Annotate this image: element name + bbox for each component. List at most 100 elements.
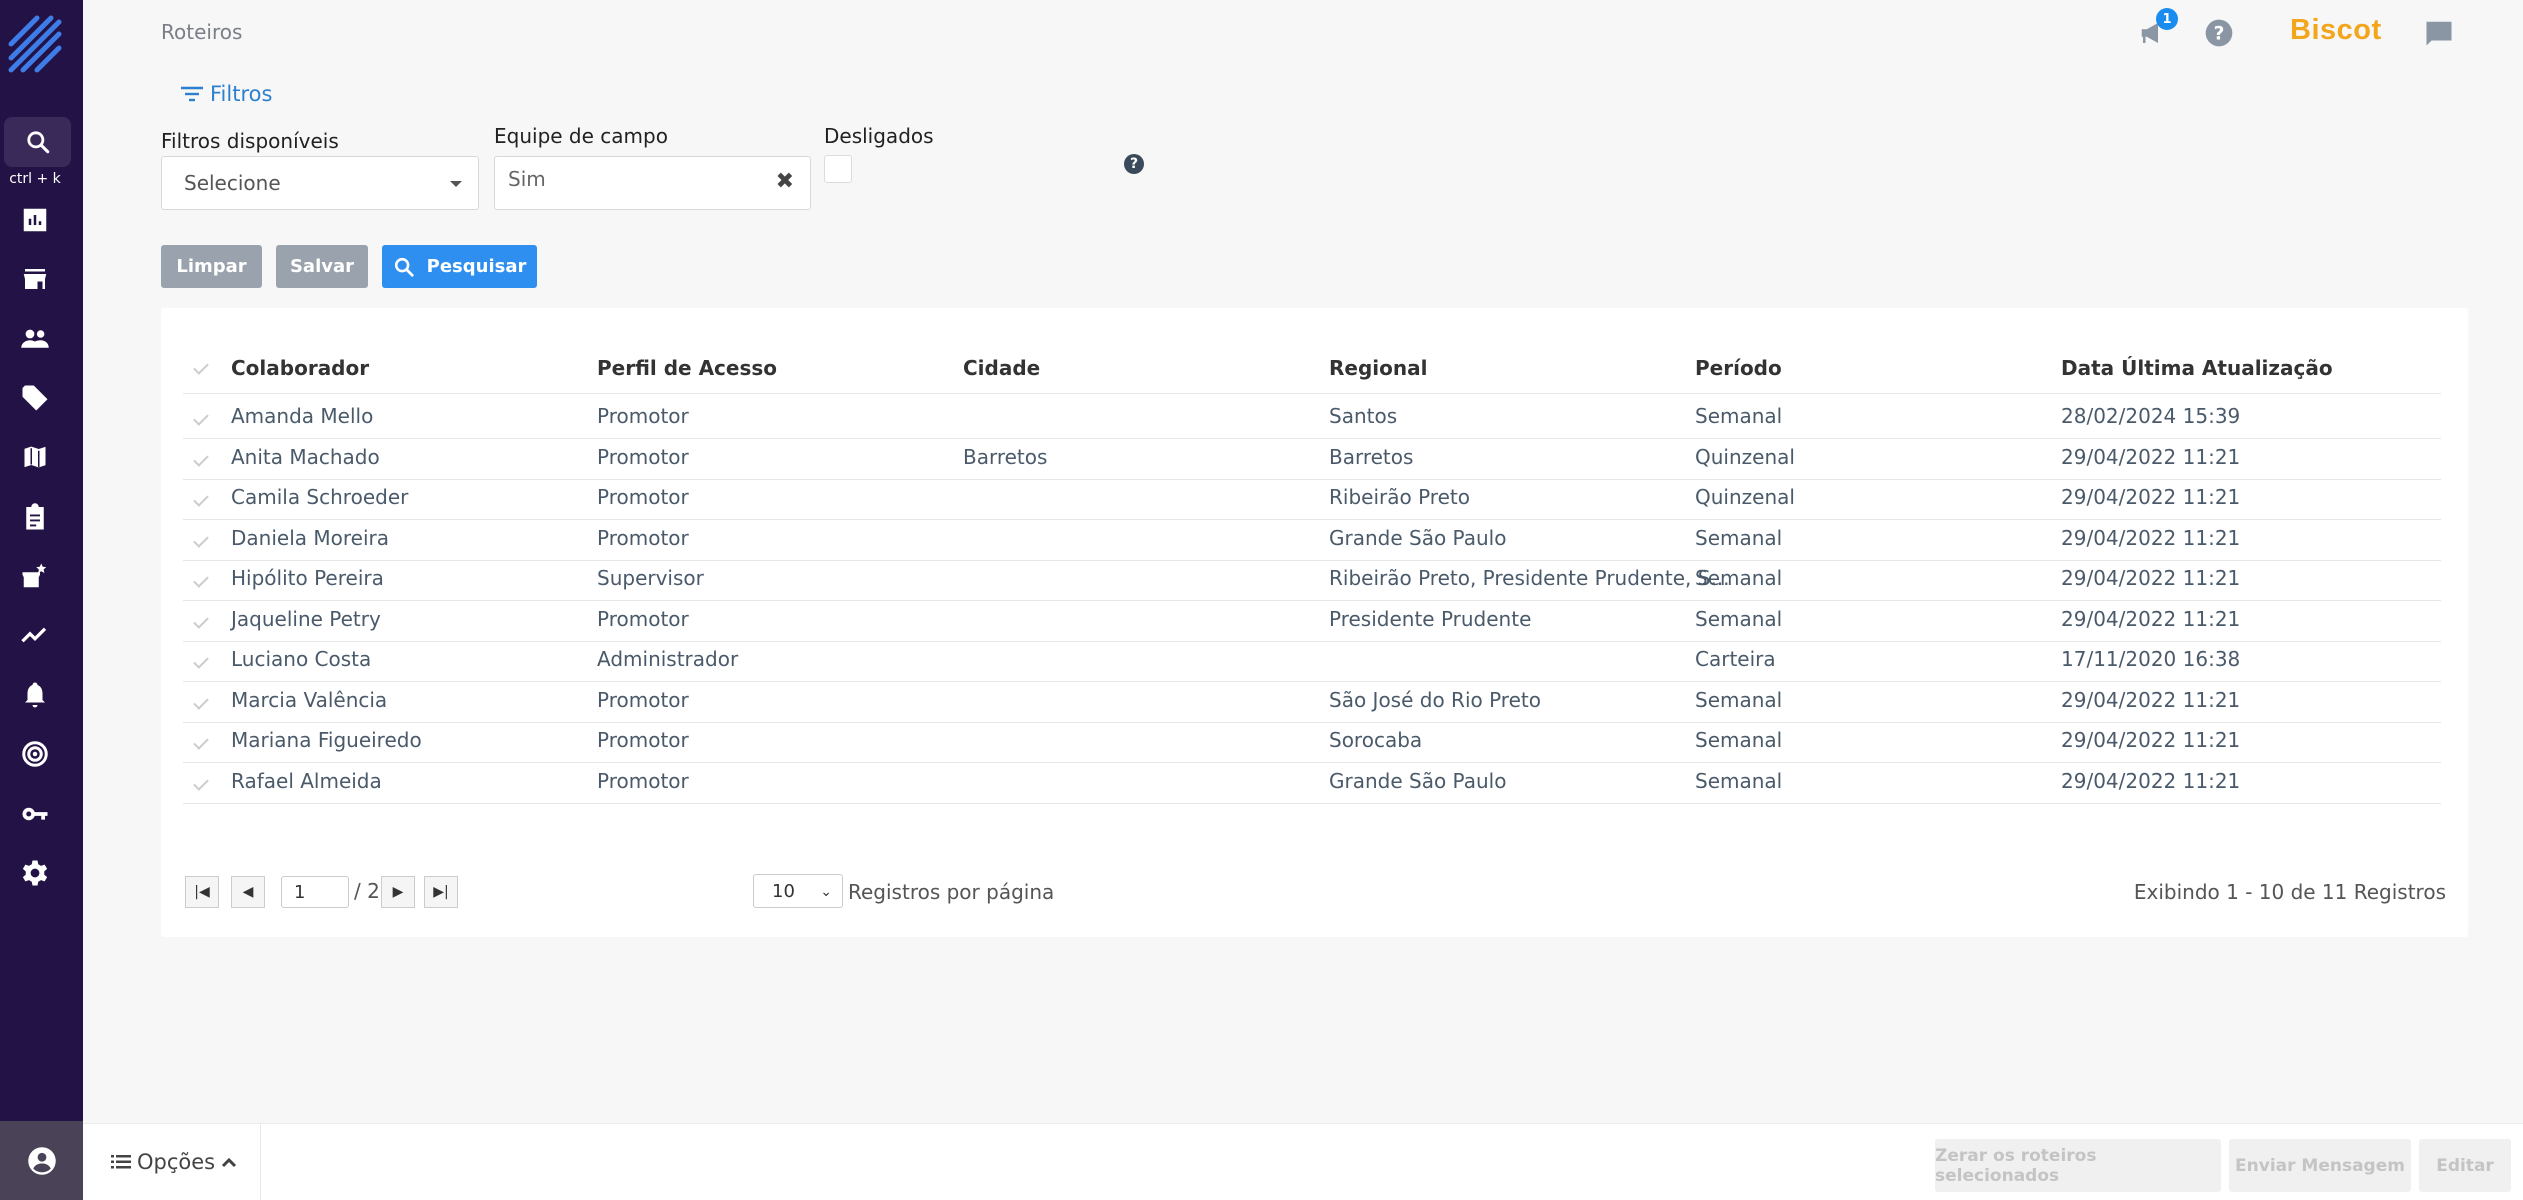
row-checkbox[interactable] xyxy=(193,612,209,629)
table-cell[interactable]: Ribeirão Preto, Presidente Prudente, S..… xyxy=(1329,566,1730,590)
announcements-button[interactable]: 1 xyxy=(2138,8,2178,52)
page-number-input[interactable]: 1 xyxy=(281,876,349,908)
column-header[interactable]: Cidade xyxy=(963,356,1040,380)
sidebar-item-tags[interactable] xyxy=(15,378,55,418)
table-cell[interactable]: Presidente Prudente xyxy=(1329,607,1531,631)
table-cell[interactable]: 29/04/2022 11:21 xyxy=(2061,526,2240,550)
sidebar-item-dashboard[interactable] xyxy=(15,200,55,240)
options-toggle[interactable]: Opções xyxy=(111,1150,237,1174)
table-cell[interactable]: Semanal xyxy=(1695,566,1782,590)
table-cell[interactable]: Santos xyxy=(1329,404,1397,428)
table-cell[interactable]: Promotor xyxy=(597,688,689,712)
table-cell[interactable]: Semanal xyxy=(1695,769,1782,793)
table-cell[interactable]: Promotor xyxy=(597,769,689,793)
table-cell[interactable]: Ribeirão Preto xyxy=(1329,485,1470,509)
table-cell[interactable]: Administrador xyxy=(597,647,738,671)
table-cell[interactable]: Carteira xyxy=(1695,647,1776,671)
filters-toggle[interactable]: Filtros xyxy=(180,82,272,106)
sidebar-item-trends[interactable] xyxy=(15,615,55,655)
save-button[interactable]: Salvar xyxy=(276,245,368,288)
table-cell[interactable]: Promotor xyxy=(597,485,689,509)
sidebar-item-clipboard[interactable] xyxy=(15,497,55,537)
table-cell[interactable]: São José do Rio Preto xyxy=(1329,688,1541,712)
team-select[interactable]: Sim ✖ xyxy=(494,156,811,210)
prev-page-button[interactable]: ◀ xyxy=(231,876,265,908)
clear-icon[interactable]: ✖ xyxy=(776,169,794,194)
table-cell[interactable]: Mariana Figueiredo xyxy=(231,728,422,752)
brand-logo[interactable]: Biscot xyxy=(2290,14,2382,47)
table-cell[interactable]: Semanal xyxy=(1695,526,1782,550)
table-cell[interactable]: Supervisor xyxy=(597,566,704,590)
table-cell[interactable]: Promotor xyxy=(597,445,689,469)
row-checkbox[interactable] xyxy=(193,531,209,548)
table-cell[interactable]: Luciano Costa xyxy=(231,647,371,671)
table-cell[interactable]: Promotor xyxy=(597,728,689,752)
last-page-button[interactable]: ▶| xyxy=(424,876,458,908)
table-cell[interactable]: Semanal xyxy=(1695,688,1782,712)
row-checkbox[interactable] xyxy=(193,410,209,426)
sidebar-item-store-star[interactable] xyxy=(15,556,55,596)
table-cell[interactable]: Semanal xyxy=(1695,404,1782,428)
available-filters-select[interactable]: Selecione xyxy=(161,156,479,210)
row-checkbox[interactable] xyxy=(193,734,209,750)
select-all-checkbox[interactable] xyxy=(193,359,209,375)
sidebar-item-settings[interactable] xyxy=(15,853,55,893)
table-cell[interactable]: 29/04/2022 11:21 xyxy=(2061,485,2240,509)
send-message-button[interactable]: Enviar Mensagem xyxy=(2229,1139,2411,1192)
clear-button[interactable]: Limpar xyxy=(161,245,262,288)
next-page-button[interactable]: ▶ xyxy=(381,876,415,908)
reset-routes-button[interactable]: Zerar os roteiros selecionados xyxy=(1935,1139,2221,1192)
table-cell[interactable]: 29/04/2022 11:21 xyxy=(2061,566,2240,590)
column-header[interactable]: Colaborador xyxy=(231,356,369,380)
filters-help-icon[interactable]: ? xyxy=(1124,154,1144,174)
table-cell[interactable]: 29/04/2022 11:21 xyxy=(2061,728,2240,752)
table-cell[interactable]: Promotor xyxy=(597,607,689,631)
table-cell[interactable]: 29/04/2022 11:21 xyxy=(2061,769,2240,793)
table-cell[interactable]: Promotor xyxy=(597,526,689,550)
sidebar-item-targets[interactable] xyxy=(15,734,55,774)
search-button[interactable]: Pesquisar xyxy=(382,245,537,288)
table-cell[interactable]: 29/04/2022 11:21 xyxy=(2061,607,2240,631)
sidebar-search[interactable] xyxy=(4,117,71,167)
breadcrumb[interactable]: Roteiros xyxy=(161,20,242,44)
row-checkbox[interactable] xyxy=(193,572,209,588)
sidebar-item-keys[interactable] xyxy=(15,794,55,834)
edit-button[interactable]: Editar xyxy=(2419,1139,2511,1192)
table-cell[interactable]: Rafael Almeida xyxy=(231,769,382,793)
table-cell[interactable]: Grande São Paulo xyxy=(1329,769,1506,793)
column-header[interactable]: Perfil de Acesso xyxy=(597,356,777,380)
row-checkbox[interactable] xyxy=(193,774,209,791)
table-cell[interactable]: Quinzenal xyxy=(1695,445,1795,469)
table-cell[interactable]: 29/04/2022 11:21 xyxy=(2061,445,2240,469)
table-cell[interactable]: Camila Schroeder xyxy=(231,485,408,509)
table-cell[interactable]: Amanda Mello xyxy=(231,404,373,428)
sidebar-item-store[interactable] xyxy=(15,259,55,299)
row-checkbox[interactable] xyxy=(193,491,209,507)
column-header[interactable]: Regional xyxy=(1329,356,1427,380)
table-cell[interactable]: 29/04/2022 11:21 xyxy=(2061,688,2240,712)
table-cell[interactable]: Sorocaba xyxy=(1329,728,1422,752)
row-checkbox[interactable] xyxy=(193,693,209,710)
column-header[interactable]: Data Última Atualização xyxy=(2061,356,2333,380)
table-cell[interactable]: Barretos xyxy=(963,445,1047,469)
table-cell[interactable]: Promotor xyxy=(597,404,689,428)
table-cell[interactable]: Hipólito Pereira xyxy=(231,566,384,590)
first-page-button[interactable]: |◀ xyxy=(185,876,219,908)
table-cell[interactable]: 17/11/2020 16:38 xyxy=(2061,647,2240,671)
table-cell[interactable]: Grande São Paulo xyxy=(1329,526,1506,550)
sidebar-item-map[interactable] xyxy=(15,437,55,477)
table-cell[interactable]: Semanal xyxy=(1695,607,1782,631)
table-cell[interactable]: Barretos xyxy=(1329,445,1413,469)
fired-checkbox[interactable] xyxy=(824,155,852,183)
table-cell[interactable]: Daniela Moreira xyxy=(231,526,389,550)
table-cell[interactable]: Anita Machado xyxy=(231,445,380,469)
per-page-select[interactable]: 10 ⌄ xyxy=(753,874,843,908)
user-profile[interactable] xyxy=(0,1121,83,1200)
row-checkbox[interactable] xyxy=(193,450,209,467)
sidebar-item-notifications[interactable] xyxy=(15,675,55,715)
table-cell[interactable]: Jaqueline Petry xyxy=(231,607,381,631)
app-logo-icon[interactable] xyxy=(7,14,63,74)
chat-button[interactable] xyxy=(2424,18,2454,52)
column-header[interactable]: Período xyxy=(1695,356,1782,380)
table-cell[interactable]: Semanal xyxy=(1695,728,1782,752)
